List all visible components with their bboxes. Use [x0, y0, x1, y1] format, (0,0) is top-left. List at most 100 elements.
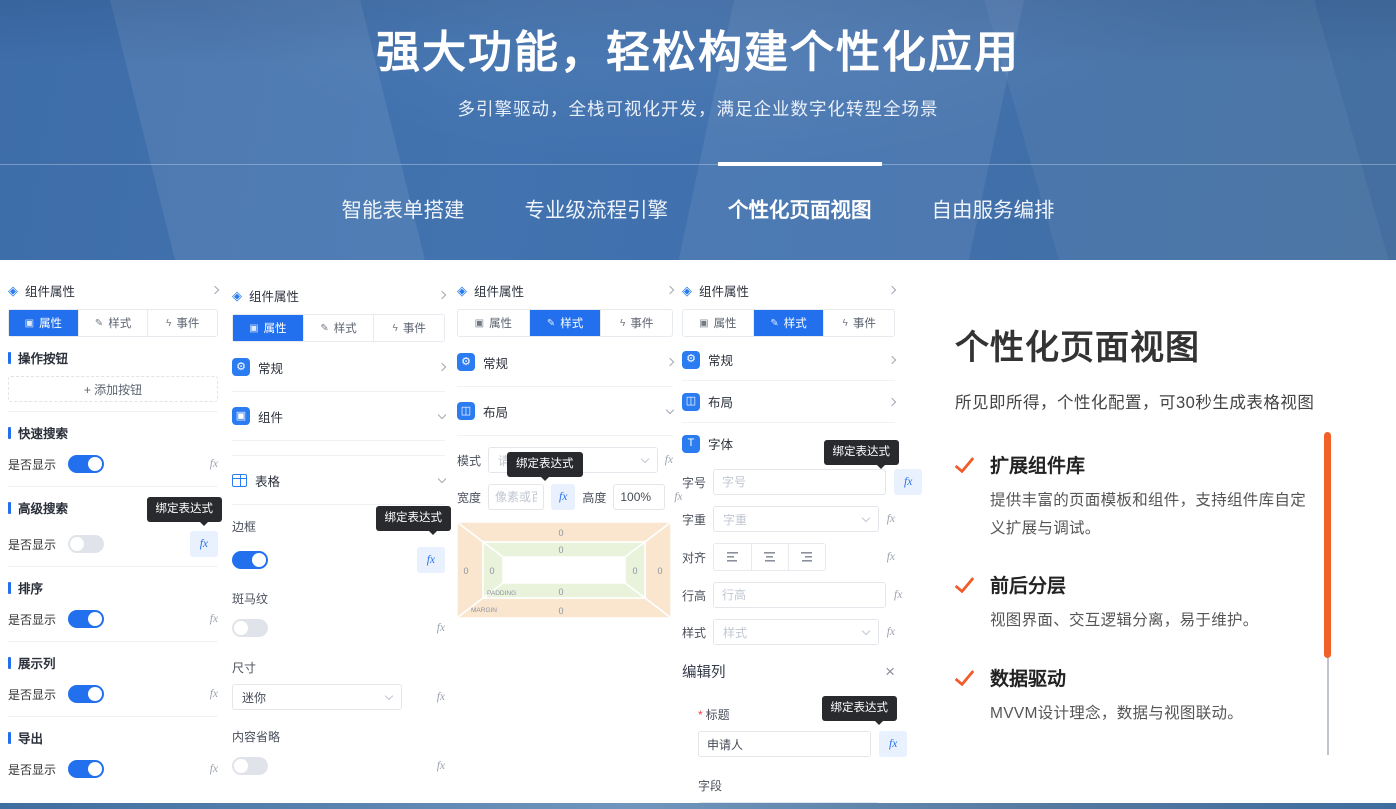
fx-button[interactable]: fx: [887, 626, 895, 638]
bind-expression-tooltip: 绑定表达式: [147, 497, 223, 523]
show-label: 是否显示: [8, 536, 56, 553]
fx-button-active[interactable]: fx: [190, 531, 218, 557]
tab-style[interactable]: ✎ 样式: [529, 310, 601, 336]
next-section-edge: [0, 803, 1396, 809]
group-row-layout[interactable]: ◫ 布局: [457, 396, 673, 426]
fx-button[interactable]: fx: [210, 613, 218, 625]
border-toggle[interactable]: [232, 551, 268, 569]
line-height-input[interactable]: [713, 582, 886, 608]
font-weight-placeholder: 字重: [723, 511, 747, 528]
tab-service-orchestration[interactable]: 自由服务编排: [928, 191, 1059, 225]
tab-style[interactable]: ✎ 样式: [78, 310, 148, 336]
fx-button[interactable]: fx: [437, 691, 445, 703]
display-columns-toggle[interactable]: [68, 685, 104, 703]
tab-properties[interactable]: ▣ 属性: [458, 310, 529, 336]
font-weight-select[interactable]: 字重: [713, 506, 879, 532]
bind-expression-tooltip: 绑定表达式: [376, 506, 452, 532]
align-center-button[interactable]: [751, 544, 788, 570]
add-button[interactable]: + 添加按钮: [8, 376, 218, 402]
size-select-value: 迷你: [242, 689, 266, 706]
feature-item-title: 前后分层: [990, 571, 1259, 598]
ellipsis-toggle[interactable]: [232, 757, 268, 775]
fx-button[interactable]: fx: [210, 688, 218, 700]
group-row-general[interactable]: ⚙ 常规: [682, 345, 895, 374]
fx-button-active[interactable]: fx: [894, 469, 922, 495]
select-row: 迷你 fx: [232, 684, 445, 710]
fx-button[interactable]: fx: [894, 589, 902, 601]
cube-icon: ◈: [8, 284, 18, 297]
tab-process-engine[interactable]: 专业级流程引擎: [521, 191, 673, 225]
field-label-font-size: 字号: [682, 474, 706, 491]
title-input[interactable]: [698, 731, 871, 757]
feature-item-desc: 视图界面、交互逻辑分离，易于维护。: [990, 607, 1259, 635]
feature-subtitle: 所见即所得，个性化配置，可30秒生成表格视图: [955, 389, 1340, 413]
fx-button-active[interactable]: fx: [417, 547, 445, 573]
group-row-general[interactable]: ⚙ 常规: [232, 352, 445, 382]
fx-button-active[interactable]: fx: [879, 731, 907, 757]
event-icon: ϟ: [166, 318, 171, 329]
group-row-component[interactable]: ▣ 组件: [232, 401, 445, 431]
tab-label: 属性: [264, 320, 287, 336]
tab-label: 属性: [39, 315, 62, 331]
advanced-search-toggle[interactable]: [68, 535, 104, 553]
export-toggle[interactable]: [68, 760, 104, 778]
fx-button-active[interactable]: fx: [551, 484, 575, 510]
align-left-button[interactable]: [714, 544, 751, 570]
sort-toggle[interactable]: [68, 610, 104, 628]
group-row-table[interactable]: 表格: [232, 465, 445, 495]
tab-label: 事件: [403, 320, 426, 336]
tab-properties[interactable]: ▣ 属性: [233, 315, 303, 341]
divider: [232, 440, 445, 441]
section-sort: 排序: [8, 578, 218, 597]
fx-button[interactable]: fx: [437, 760, 445, 772]
tab-event[interactable]: ϟ 事件: [147, 310, 217, 336]
toggle-row: fx: [232, 615, 445, 641]
zebra-toggle[interactable]: [232, 619, 268, 637]
tab-properties[interactable]: ▣ 属性: [683, 310, 753, 336]
field-label-line-height: 行高: [682, 587, 706, 604]
height-input[interactable]: [613, 484, 665, 510]
fx-button[interactable]: fx: [210, 763, 218, 775]
tab-personalized-view[interactable]: 个性化页面视图: [724, 191, 876, 225]
tab-style[interactable]: ✎ 样式: [303, 315, 374, 341]
fx-button[interactable]: fx: [437, 622, 445, 634]
cube-icon: ◈: [232, 289, 242, 302]
tab-style[interactable]: ✎ 样式: [753, 310, 824, 336]
collapse-chevron-icon[interactable]: [888, 286, 896, 294]
divider: [8, 641, 218, 642]
collapse-chevron-icon[interactable]: [211, 286, 219, 294]
close-icon[interactable]: ×: [885, 663, 895, 680]
tab-event[interactable]: ϟ 事件: [600, 310, 672, 336]
fx-button[interactable]: fx: [665, 454, 673, 466]
size-select[interactable]: 迷你: [232, 684, 402, 710]
divider: [0, 164, 1396, 165]
group-label: 常规: [483, 353, 508, 372]
tab-properties[interactable]: ▣ 属性: [9, 310, 78, 336]
fx-button[interactable]: fx: [210, 458, 218, 470]
toggle-row: 是否显示 fx: [8, 606, 218, 632]
page-subtitle: 多引擎驱动，全栈可视化开发，满足企业数字化转型全场景: [0, 96, 1396, 121]
group-row-layout[interactable]: ◫ 布局: [682, 387, 895, 416]
divider: [232, 391, 445, 392]
divider: [232, 455, 445, 456]
group-row-general[interactable]: ⚙ 常规: [457, 347, 673, 377]
hero-banner: 强大功能，轻松构建个性化应用 多引擎驱动，全栈可视化开发，满足企业数字化转型全场…: [0, 0, 1396, 260]
fx-button[interactable]: fx: [887, 513, 895, 525]
quick-search-toggle[interactable]: [68, 455, 104, 473]
scroll-indicator-thumb[interactable]: [1324, 432, 1331, 658]
fx-button[interactable]: fx: [887, 551, 895, 563]
collapse-chevron-icon[interactable]: [438, 291, 446, 299]
required-mark: *: [698, 708, 703, 722]
field-label-align: 对齐: [682, 549, 706, 566]
style-select[interactable]: 样式: [713, 619, 879, 645]
tab-event[interactable]: ϟ 事件: [823, 310, 894, 336]
toggle-row: 是否显示 fx: [8, 756, 218, 782]
font-size-input[interactable]: [713, 469, 886, 495]
tab-smart-form[interactable]: 智能表单搭建: [338, 191, 469, 225]
width-input[interactable]: [488, 484, 544, 510]
collapse-chevron-icon[interactable]: [666, 286, 674, 294]
divider: [232, 504, 445, 505]
tab-event[interactable]: ϟ 事件: [373, 315, 444, 341]
align-right-button[interactable]: [788, 544, 825, 570]
feature-item: 前后分层 视图界面、交互逻辑分离，易于维护。: [955, 571, 1340, 635]
